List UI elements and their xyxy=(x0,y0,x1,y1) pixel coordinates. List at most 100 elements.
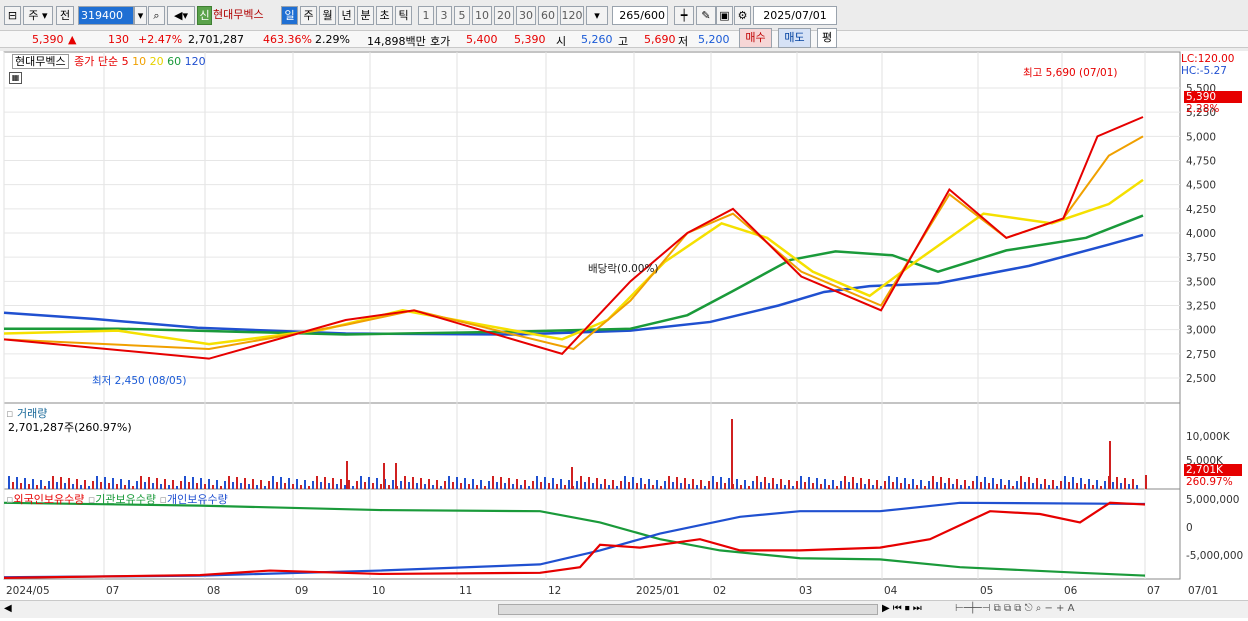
tick-30[interactable]: 30 xyxy=(516,6,536,25)
volume-bar xyxy=(304,480,306,489)
code-dropdown-icon[interactable]: ▾ xyxy=(134,6,147,25)
volume-bar xyxy=(1084,484,1086,489)
volume-bar xyxy=(324,477,326,489)
volume-bar xyxy=(184,476,186,489)
zoom-slider[interactable]: ⊢─┼─⊣ ⧉ ⧉ ⧉ ⎋ ⌕ − + A xyxy=(955,603,1074,614)
volume-bar xyxy=(812,483,814,489)
menu-icon[interactable]: ⊟ xyxy=(4,6,21,25)
volume-bar xyxy=(840,481,842,489)
current-price: 5,390 xyxy=(32,33,64,46)
volume-bar xyxy=(400,481,402,489)
scroll-thumb[interactable] xyxy=(498,604,878,615)
volume-bar xyxy=(252,479,254,489)
volume-bar xyxy=(288,478,290,489)
ask-label: 호가 xyxy=(430,35,451,48)
volume-bar xyxy=(804,482,806,489)
volume-bar xyxy=(892,482,894,489)
chart-area[interactable]: 2024/05 07 08 09 10 11 12 2025/01 02 03 04 05 06 07 07… xyxy=(0,51,1248,621)
volume-bar xyxy=(346,461,348,489)
tick-10[interactable]: 10 xyxy=(472,6,492,25)
volume-bar xyxy=(124,485,126,489)
volume-bar xyxy=(1012,486,1014,489)
volume-bar xyxy=(488,481,490,489)
volume-bar xyxy=(652,485,654,489)
volume-bar xyxy=(116,484,118,489)
volume-bar xyxy=(1120,483,1122,489)
volume-bar xyxy=(68,478,70,489)
volume-bar xyxy=(704,486,706,489)
volume-bar xyxy=(508,478,510,489)
tick-3[interactable]: 3 xyxy=(436,6,452,25)
tick-dropdown-icon[interactable]: ▾ xyxy=(586,6,608,25)
type-select[interactable]: 주 ▾ xyxy=(23,6,53,25)
legend: 현대무벡스 종가 단순 5 10 20 60 120 xyxy=(12,53,206,69)
volume-bar xyxy=(360,476,362,489)
volume-bar xyxy=(472,479,474,489)
volume-bar xyxy=(792,486,794,489)
volume-bar xyxy=(292,484,294,489)
x-tick-label: 06 xyxy=(1064,585,1078,597)
volume-bar xyxy=(212,485,214,489)
count-input[interactable]: 265/600 xyxy=(612,6,668,25)
volume-bar xyxy=(532,481,534,489)
speaker-icon[interactable]: ◀▾ xyxy=(167,6,195,25)
volume-bar xyxy=(20,483,22,489)
scroll-bar[interactable]: ◀ ▶⏮⏹⏭ ⊢─┼─⊣ ⧉ ⧉ ⧉ ⎋ ⌕ − + A xyxy=(0,600,1248,618)
period-minute[interactable]: 분 xyxy=(357,6,374,25)
date-input[interactable]: 2025/07/01 xyxy=(753,6,837,25)
buy-button[interactable]: 매수 xyxy=(739,28,772,48)
volume-bar xyxy=(924,486,926,489)
volume-bar xyxy=(968,486,970,489)
volume-bar xyxy=(92,481,94,489)
legend-ma10: 10 xyxy=(132,55,147,68)
search-icon[interactable]: ⌕ xyxy=(148,6,165,25)
turnover-value: 2.29% xyxy=(315,33,350,46)
tick-120[interactable]: 120 xyxy=(560,6,584,25)
stock-name: 현대무벡스 xyxy=(213,8,264,21)
volume-bar xyxy=(104,477,106,489)
scroll-left-icon[interactable]: ◀ xyxy=(4,603,12,614)
new-badge: 신 xyxy=(197,6,212,25)
period-month[interactable]: 월 xyxy=(319,6,336,25)
period-second[interactable]: 초 xyxy=(376,6,393,25)
gear-icon[interactable]: ⚙ xyxy=(734,6,751,25)
tick-20[interactable]: 20 xyxy=(494,6,514,25)
period-week[interactable]: 주 xyxy=(300,6,317,25)
volume-bar xyxy=(512,484,514,489)
candle-icon[interactable]: ┿ xyxy=(674,6,694,25)
volume-bar xyxy=(784,485,786,489)
price-panel-frame xyxy=(3,51,1181,404)
period-tick[interactable]: 틱 xyxy=(395,6,412,25)
volume-bar xyxy=(800,476,802,489)
volume-bar xyxy=(56,482,58,489)
save-icon[interactable]: ▣ xyxy=(716,6,733,25)
volume-bar xyxy=(364,482,366,489)
legend-ma5: 5 xyxy=(121,55,129,68)
price-chart[interactable]: 2024/05 07 08 09 10 11 12 2025/01 02 03 04 05 06 07 07… xyxy=(0,51,1248,621)
tool-icon[interactable]: ✎ xyxy=(696,6,716,25)
period-year[interactable]: 년 xyxy=(338,6,355,25)
volume-bar xyxy=(760,482,762,489)
volume-bar xyxy=(976,476,978,489)
volume-bar xyxy=(452,482,454,489)
volume-bar xyxy=(544,477,546,489)
period-day[interactable]: 일 xyxy=(281,6,298,25)
grid-icon[interactable]: ▦ xyxy=(9,72,22,84)
legend-ma60: 60 xyxy=(167,55,182,68)
volume-bar xyxy=(844,476,846,489)
volume-bar xyxy=(428,479,430,489)
volume-bar xyxy=(556,484,558,489)
volume-bar xyxy=(320,482,322,489)
volume-bar xyxy=(480,480,482,489)
volume-bar xyxy=(820,484,822,489)
tick-60[interactable]: 60 xyxy=(538,6,558,25)
market-select[interactable]: 전 xyxy=(56,6,74,25)
sell-button[interactable]: 매도 xyxy=(778,28,811,48)
code-input[interactable]: 319400 xyxy=(78,6,134,25)
eval-button[interactable]: 평 xyxy=(817,28,837,48)
tick-1[interactable]: 1 xyxy=(418,6,434,25)
tick-5[interactable]: 5 xyxy=(454,6,470,25)
playback-controls[interactable]: ▶⏮⏹⏭ xyxy=(882,603,925,614)
volume-bar xyxy=(660,486,662,489)
volume-bar xyxy=(484,486,486,489)
